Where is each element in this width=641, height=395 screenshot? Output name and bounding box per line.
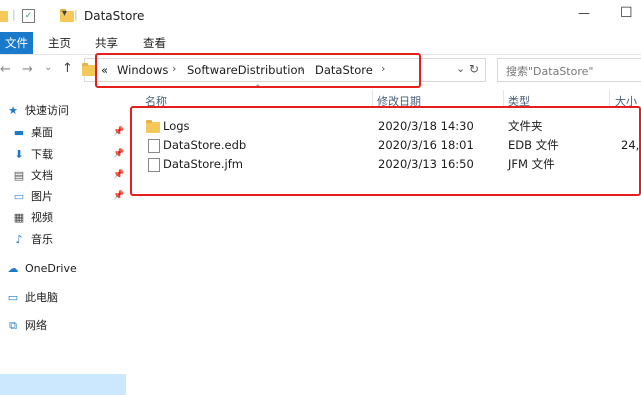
search-placeholder: 搜索"DataStore" <box>506 65 594 78</box>
ribbon: 文件 主页 共享 查看 <box>0 32 641 55</box>
refresh-button[interactable]: ↻ <box>469 62 479 76</box>
sidebar-item-label: 下载 <box>31 148 53 161</box>
pin-icon[interactable]: 📌 <box>113 149 124 159</box>
divider: | <box>74 8 78 21</box>
annotation-highlight-address <box>95 53 421 88</box>
sidebar-item-pictures[interactable]: ▭ 图片 <box>12 187 53 207</box>
sidebar-item-onedrive[interactable]: ☁ OneDrive <box>6 259 77 279</box>
minimize-button[interactable]: — <box>578 6 590 20</box>
tab-share[interactable]: 共享 <box>95 32 118 54</box>
window-title: DataStore <box>84 9 145 23</box>
sidebar-item-network[interactable]: ⧉ 网络 <box>6 316 47 336</box>
tab-view[interactable]: 查看 <box>143 32 166 54</box>
properties-icon[interactable]: ✓ <box>22 9 35 23</box>
picture-icon: ▭ <box>13 190 25 203</box>
annotation-highlight-files <box>130 106 641 196</box>
sidebar-item-label: 音乐 <box>31 233 53 246</box>
sidebar-item-label: 视频 <box>31 211 53 224</box>
sidebar-item-music[interactable]: ♪ 音乐 <box>12 230 53 250</box>
music-icon: ♪ <box>15 233 23 246</box>
pin-icon[interactable]: 📌 <box>113 127 124 137</box>
sidebar-item-desktop[interactable]: ▬ 桌面 <box>12 123 53 143</box>
column-divider[interactable] <box>503 90 504 106</box>
sidebar-item-label: 桌面 <box>31 126 53 139</box>
sidebar-item-label: 图片 <box>31 190 53 203</box>
maximize-button[interactable]: ☐ <box>620 5 633 21</box>
pin-icon[interactable]: 📌 <box>113 191 124 201</box>
title-bar: | ✓ ▾ | DataStore — ☐ <box>0 0 641 32</box>
download-icon: ⬇ <box>14 148 24 161</box>
computer-icon: ▭ <box>7 291 19 304</box>
folder-icon <box>0 11 8 22</box>
star-icon: ★ <box>8 104 18 117</box>
sidebar-item-label: 快速访问 <box>25 104 69 117</box>
address-dropdown-button[interactable]: ⌄ <box>456 62 465 75</box>
network-icon: ⧉ <box>9 319 17 332</box>
search-input[interactable]: 搜索"DataStore" <box>497 58 641 82</box>
video-icon: ▦ <box>13 211 25 224</box>
column-divider[interactable] <box>609 90 610 106</box>
recent-locations-dropdown[interactable]: ⌄ <box>44 62 52 73</box>
up-button[interactable]: ↑ <box>62 61 73 76</box>
quick-access-toolbar-dropdown[interactable]: ▾ <box>62 8 67 19</box>
sidebar-item-videos[interactable]: ▦ 视频 <box>12 208 53 228</box>
selection-highlight <box>0 374 126 395</box>
sidebar-item-label: 此电脑 <box>25 291 58 304</box>
forward-button[interactable]: → <box>22 62 33 77</box>
tab-home[interactable]: 主页 <box>48 32 71 54</box>
column-divider[interactable] <box>372 90 373 106</box>
tab-file[interactable]: 文件 <box>0 32 33 54</box>
sidebar-item-this-pc[interactable]: ▭ 此电脑 <box>6 288 58 308</box>
pin-icon[interactable]: 📌 <box>113 170 124 180</box>
cloud-icon: ☁ <box>7 262 19 275</box>
folder-icon <box>82 63 96 76</box>
sidebar-item-documents[interactable]: ▤ 文档 <box>12 166 53 186</box>
document-icon: ▤ <box>13 169 25 182</box>
sidebar-item-label: OneDrive <box>25 262 77 275</box>
sidebar-item-label: 网络 <box>25 319 47 332</box>
sidebar-item-downloads[interactable]: ⬇ 下载 <box>12 145 53 165</box>
divider: | <box>12 8 16 21</box>
sidebar-item-quick-access[interactable]: ★ 快速访问 <box>6 101 69 121</box>
back-button[interactable]: ← <box>0 62 11 77</box>
sidebar-item-label: 文档 <box>31 169 53 182</box>
desktop-icon: ▬ <box>13 126 25 139</box>
